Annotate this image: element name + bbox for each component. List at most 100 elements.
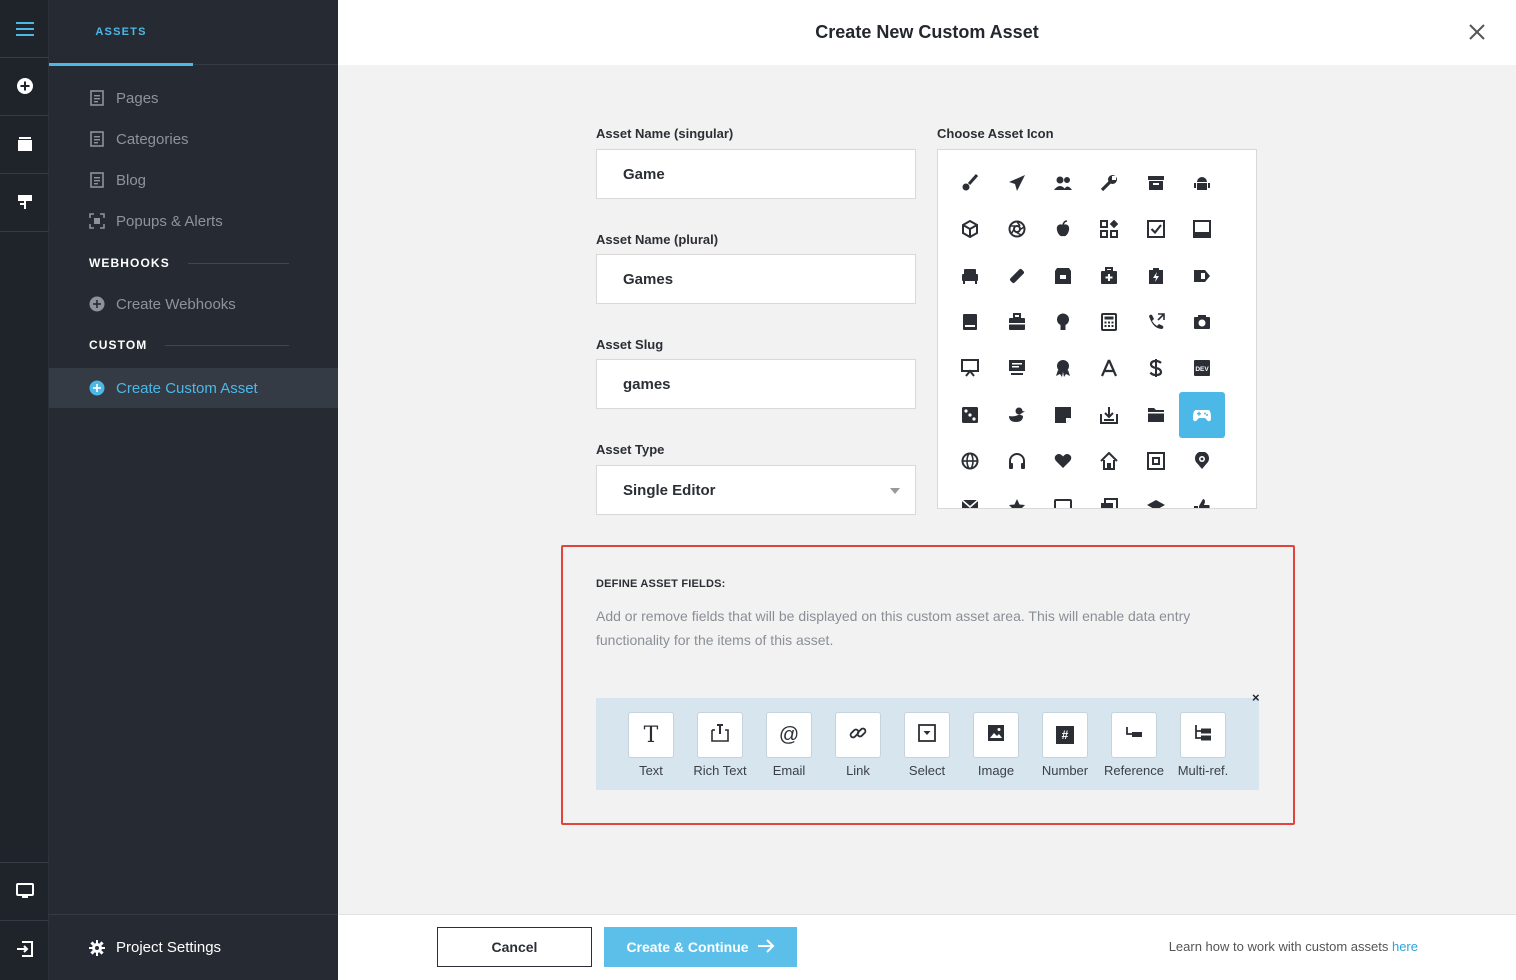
image-gallery-icon[interactable]	[1133, 438, 1179, 484]
tag-icon[interactable]	[1179, 253, 1225, 299]
save-box-icon[interactable]	[1040, 253, 1086, 299]
link-icon	[849, 724, 867, 747]
field-type-select[interactable]: Select	[896, 712, 958, 778]
dev-badge-icon[interactable]: DEV	[1179, 345, 1225, 391]
camera-icon[interactable]	[1179, 299, 1225, 345]
modal-header: Create New Custom Asset	[338, 0, 1516, 65]
wrench-icon[interactable]	[1086, 160, 1132, 206]
field-type-reference[interactable]: Reference	[1103, 712, 1165, 778]
create-continue-button[interactable]: Create & Continue	[604, 927, 797, 967]
learn-label: Learn how to work with custom assets	[1168, 939, 1389, 954]
android-icon[interactable]	[1179, 160, 1225, 206]
armchair-icon[interactable]	[947, 253, 993, 299]
envelope-icon[interactable]	[947, 484, 993, 508]
asset-name-singular-input[interactable]: Game	[596, 149, 916, 199]
asset-name-plural-input[interactable]: Games	[596, 254, 916, 304]
plus-circle-icon	[89, 380, 105, 396]
learn-here-link[interactable]: here	[1392, 939, 1418, 954]
users-icon[interactable]	[1040, 160, 1086, 206]
brush-icon[interactable]	[947, 160, 993, 206]
graduation-cap-icon[interactable]	[1133, 484, 1179, 508]
battery-charge-icon[interactable]	[1133, 253, 1179, 299]
field-type-image[interactable]: Image	[965, 712, 1027, 778]
bandage-icon[interactable]	[994, 253, 1040, 299]
presentation-icon[interactable]	[947, 345, 993, 391]
sidebar-item-popups[interactable]: Popups & Alerts	[49, 201, 338, 241]
logout-icon[interactable]	[0, 920, 49, 978]
apple-icon[interactable]	[1040, 206, 1086, 252]
asset-name-plural-label: Asset Name (plural)	[596, 232, 719, 247]
cancel-button[interactable]: Cancel	[437, 927, 592, 967]
asset-slug-input[interactable]: games	[596, 359, 916, 409]
duck-icon[interactable]	[994, 392, 1040, 438]
globe-icon[interactable]	[947, 438, 993, 484]
arrow-right-icon	[749, 938, 775, 956]
project-settings-button[interactable]: Project Settings	[49, 914, 338, 980]
inbox-icon[interactable]	[1179, 206, 1225, 252]
input-value: Game	[623, 165, 665, 183]
sidebar-item-categories[interactable]: Categories	[49, 119, 338, 159]
choose-icon-label: Choose Asset Icon	[937, 126, 1054, 141]
field-type-label: Email	[772, 763, 806, 778]
gamepad-icon[interactable]	[1179, 392, 1225, 438]
tab-assets[interactable]: ASSETS	[49, 0, 193, 66]
sidebar-header: ASSETS	[49, 0, 338, 66]
copy-icon[interactable]	[1086, 484, 1132, 508]
field-type-multi-ref[interactable]: Multi-ref.	[1172, 712, 1234, 778]
sticky-note-icon[interactable]	[1040, 392, 1086, 438]
tablet-icon[interactable]	[1040, 484, 1086, 508]
star-icon[interactable]	[994, 484, 1040, 508]
plus-circle-icon[interactable]	[0, 57, 49, 115]
award-icon[interactable]	[1040, 345, 1086, 391]
cube-icon[interactable]	[947, 206, 993, 252]
field-type-link[interactable]: Link	[827, 712, 889, 778]
folder-icon[interactable]	[1133, 392, 1179, 438]
field-type-number[interactable]: # Number	[1034, 712, 1096, 778]
phone-call-icon[interactable]	[1133, 299, 1179, 345]
window-icon[interactable]	[0, 115, 49, 173]
close-icon[interactable]	[1465, 20, 1489, 44]
aperture-icon[interactable]	[994, 206, 1040, 252]
checkbox-icon[interactable]	[1133, 206, 1179, 252]
book-icon[interactable]	[947, 299, 993, 345]
paper-plane-icon[interactable]	[994, 160, 1040, 206]
heart-icon[interactable]	[1040, 438, 1086, 484]
home-icon[interactable]	[1086, 438, 1132, 484]
sidebar-item-label: Popups & Alerts	[116, 212, 223, 230]
gear-icon	[89, 939, 105, 956]
close-tray-icon[interactable]: ×	[1252, 690, 1260, 705]
multi-reference-icon	[1194, 724, 1212, 747]
sidebar-item-create-webhooks[interactable]: Create Webhooks	[49, 284, 338, 324]
field-type-rich-text[interactable]: Rich Text	[689, 712, 751, 778]
calculator-icon[interactable]	[1086, 299, 1132, 345]
dollar-icon[interactable]	[1133, 345, 1179, 391]
field-type-text[interactable]: T Text	[620, 712, 682, 778]
first-aid-icon[interactable]	[1086, 253, 1132, 299]
input-value: games	[623, 375, 671, 393]
page-icon	[89, 172, 105, 188]
section-label: CUSTOM	[89, 338, 148, 352]
desktop-icon[interactable]	[994, 345, 1040, 391]
download-tray-icon[interactable]	[1086, 392, 1132, 438]
field-type-email[interactable]: @ Email	[758, 712, 820, 778]
asset-type-select[interactable]: Single Editor	[596, 465, 916, 515]
asset-slug-label: Asset Slug	[596, 337, 664, 352]
apps-icon[interactable]	[1086, 206, 1132, 252]
hamburger-icon[interactable]	[0, 0, 49, 58]
flag-icon[interactable]	[0, 173, 49, 231]
section-webhooks: WEBHOOKS	[89, 253, 289, 273]
headphones-icon[interactable]	[994, 438, 1040, 484]
thumbs-up-icon[interactable]	[1179, 484, 1225, 508]
sidebar-item-create-custom-asset[interactable]: Create Custom Asset	[49, 368, 338, 408]
dice-icon[interactable]	[947, 392, 993, 438]
location-eye-icon[interactable]	[1179, 438, 1225, 484]
briefcase-icon[interactable]	[994, 299, 1040, 345]
sidebar-item-pages[interactable]: Pages	[49, 78, 338, 118]
sidebar-item-blog[interactable]: Blog	[49, 160, 338, 200]
archive-icon[interactable]	[1133, 160, 1179, 206]
define-fields-description: Add or remove fields that will be displa…	[596, 608, 1191, 648]
icon-picker[interactable]: DEV	[937, 149, 1257, 509]
lightbulb-icon[interactable]	[1040, 299, 1086, 345]
monitor-icon[interactable]	[0, 862, 49, 920]
app-store-icon[interactable]	[1086, 345, 1132, 391]
